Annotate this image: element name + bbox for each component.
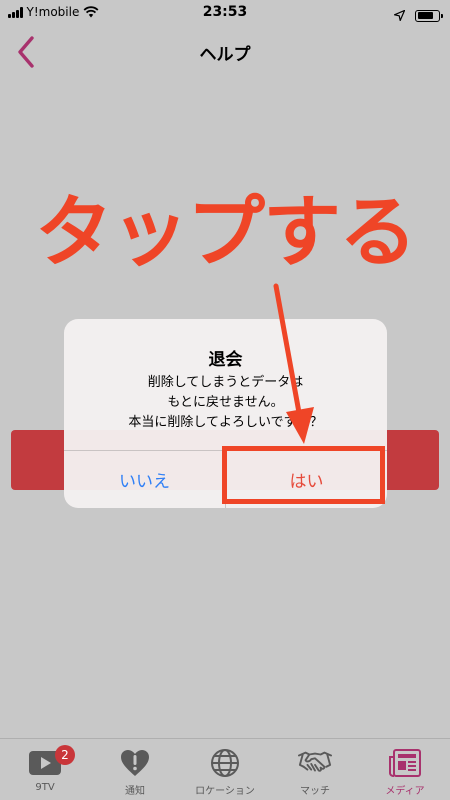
tab-label: 通知 bbox=[125, 786, 145, 797]
tab-label: 9TV bbox=[35, 782, 55, 793]
tab-label: マッチ bbox=[300, 786, 330, 797]
tab-notifications[interactable]: 通知 bbox=[90, 739, 180, 800]
page-title: ヘルプ bbox=[199, 45, 251, 65]
dialog-message-line: 削除してしまうとデータは bbox=[147, 375, 304, 390]
tab-bar: 2 9TV 通知 ロケーション マッチ メディア bbox=[0, 738, 450, 800]
battery-fill bbox=[417, 12, 433, 19]
dialog-message-line: 本当に削除してよろしいですか？ bbox=[128, 415, 323, 430]
tab-media[interactable]: メディア bbox=[360, 739, 450, 800]
status-bar: Y!mobile 23:53 bbox=[0, 0, 450, 26]
tab-label: メディア bbox=[385, 786, 425, 797]
tab-label: ロケーション bbox=[195, 786, 255, 797]
highlight-box bbox=[222, 446, 385, 504]
nav-bar: ヘルプ bbox=[0, 26, 450, 78]
annotation-text: タップする bbox=[34, 188, 417, 278]
dialog-message: 削除してしまうとデータは もとに戻せません。 本当に削除してよろしいですか？ bbox=[64, 373, 387, 433]
dialog-message-line: もとに戻せません。 bbox=[167, 395, 284, 410]
heart-alert-icon bbox=[118, 748, 152, 778]
dialog-title: 退会 bbox=[208, 350, 243, 370]
tab-match[interactable]: マッチ bbox=[270, 739, 360, 800]
handshake-icon bbox=[298, 748, 332, 778]
battery-icon bbox=[415, 9, 443, 22]
tab-9tv[interactable]: 2 9TV bbox=[0, 739, 90, 800]
status-right bbox=[393, 6, 443, 25]
newspaper-icon bbox=[388, 748, 422, 778]
notification-badge: 2 bbox=[55, 745, 75, 765]
location-arrow-icon bbox=[393, 6, 406, 25]
cancel-button[interactable]: いいえ bbox=[64, 451, 226, 508]
tab-location[interactable]: ロケーション bbox=[180, 739, 270, 800]
globe-icon bbox=[208, 748, 242, 778]
status-time: 23:53 bbox=[202, 4, 248, 20]
